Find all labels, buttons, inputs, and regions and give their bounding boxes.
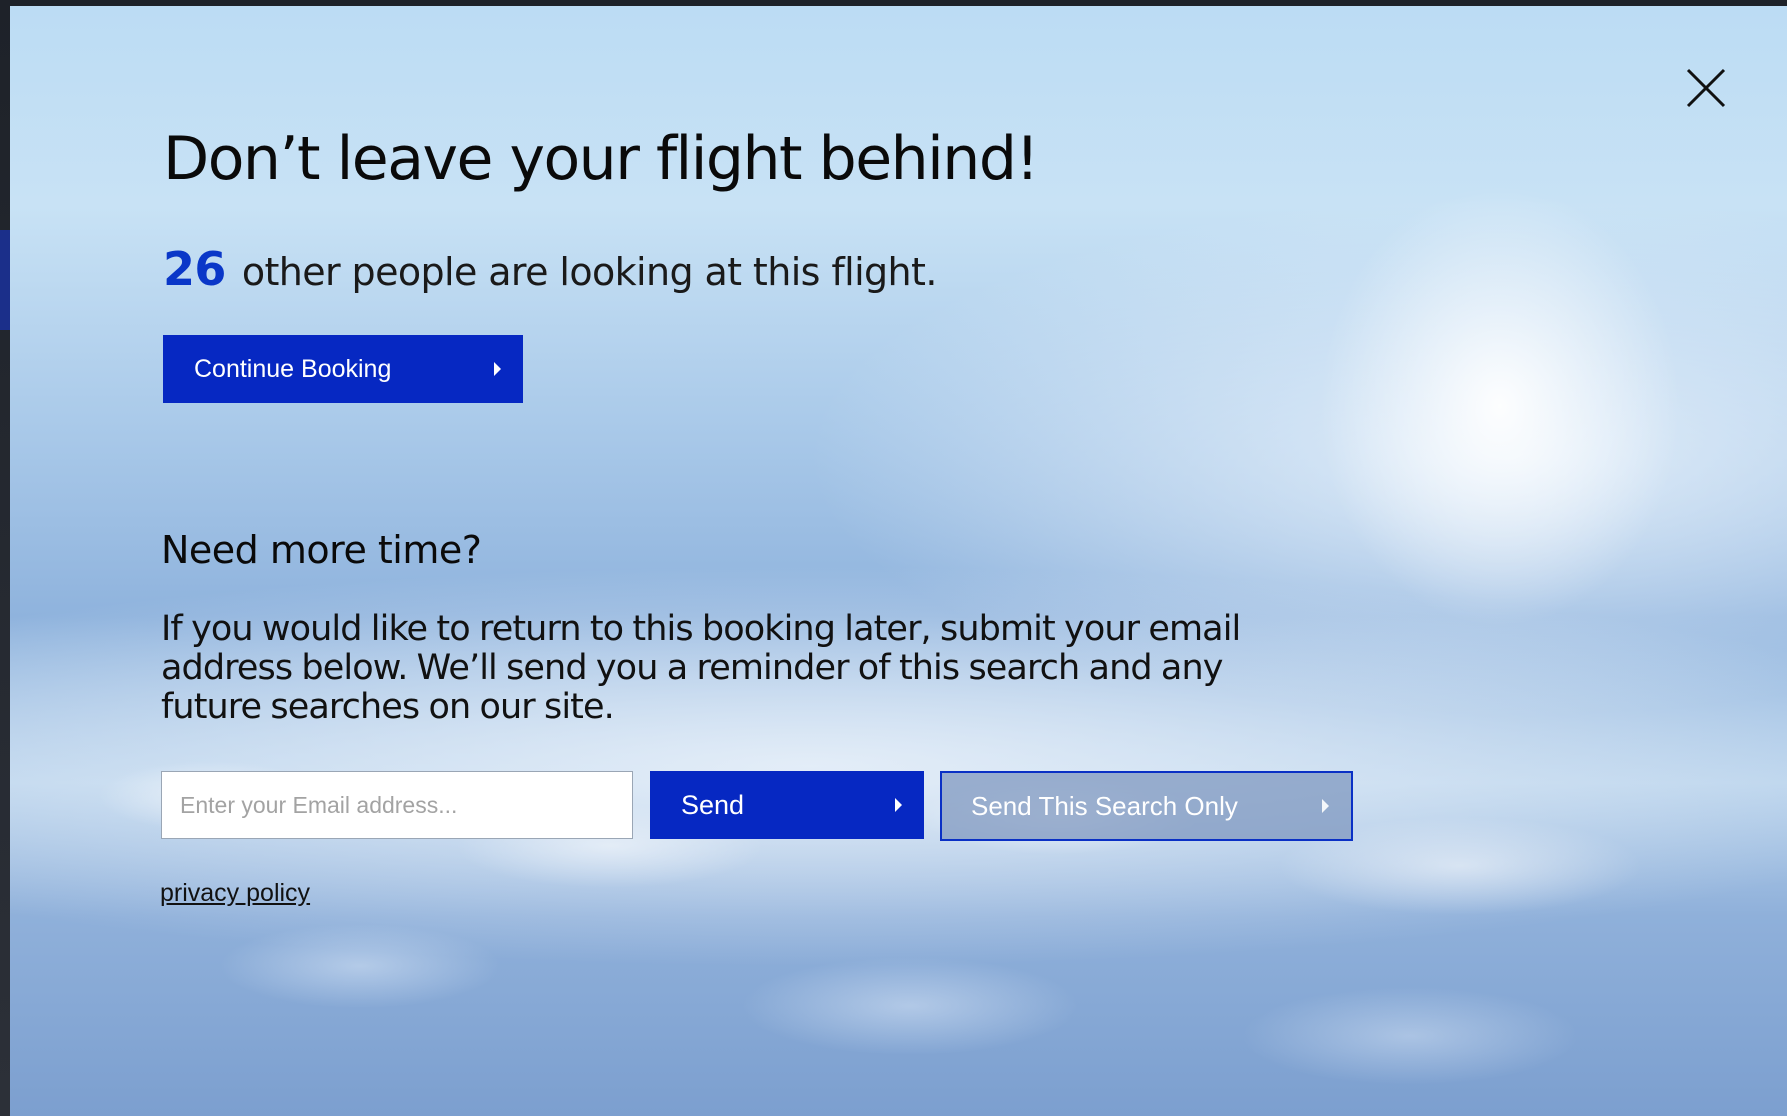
- viewers-count: 26: [163, 242, 226, 296]
- play-arrow-icon: [895, 798, 902, 812]
- send-label: Send: [681, 789, 745, 820]
- email-field[interactable]: [161, 771, 633, 839]
- exit-intent-modal: Don’t leave your flight behind! 26 other …: [10, 6, 1787, 1116]
- privacy-policy-link[interactable]: privacy policy: [160, 879, 310, 908]
- send-search-only-button[interactable]: Send This Search Only: [940, 771, 1353, 841]
- play-arrow-icon: [1322, 799, 1329, 813]
- viewers-notice: 26 other people are looking at this fligh…: [163, 242, 937, 296]
- play-arrow-icon: [494, 362, 501, 376]
- close-icon: [1686, 68, 1726, 108]
- reminder-description: If you would like to return to this book…: [161, 609, 1241, 727]
- section-title: Need more time?: [161, 528, 482, 572]
- send-button[interactable]: Send: [650, 771, 924, 839]
- continue-booking-label: Continue Booking: [194, 354, 392, 383]
- modal-headline: Don’t leave your flight behind!: [163, 124, 1039, 194]
- viewers-text: other people are looking at this flight.: [241, 250, 938, 294]
- cloud-background: [10, 706, 1787, 1116]
- close-button[interactable]: [1684, 66, 1728, 110]
- continue-booking-button[interactable]: Continue Booking: [163, 335, 523, 403]
- send-search-only-label: Send This Search Only: [971, 790, 1238, 821]
